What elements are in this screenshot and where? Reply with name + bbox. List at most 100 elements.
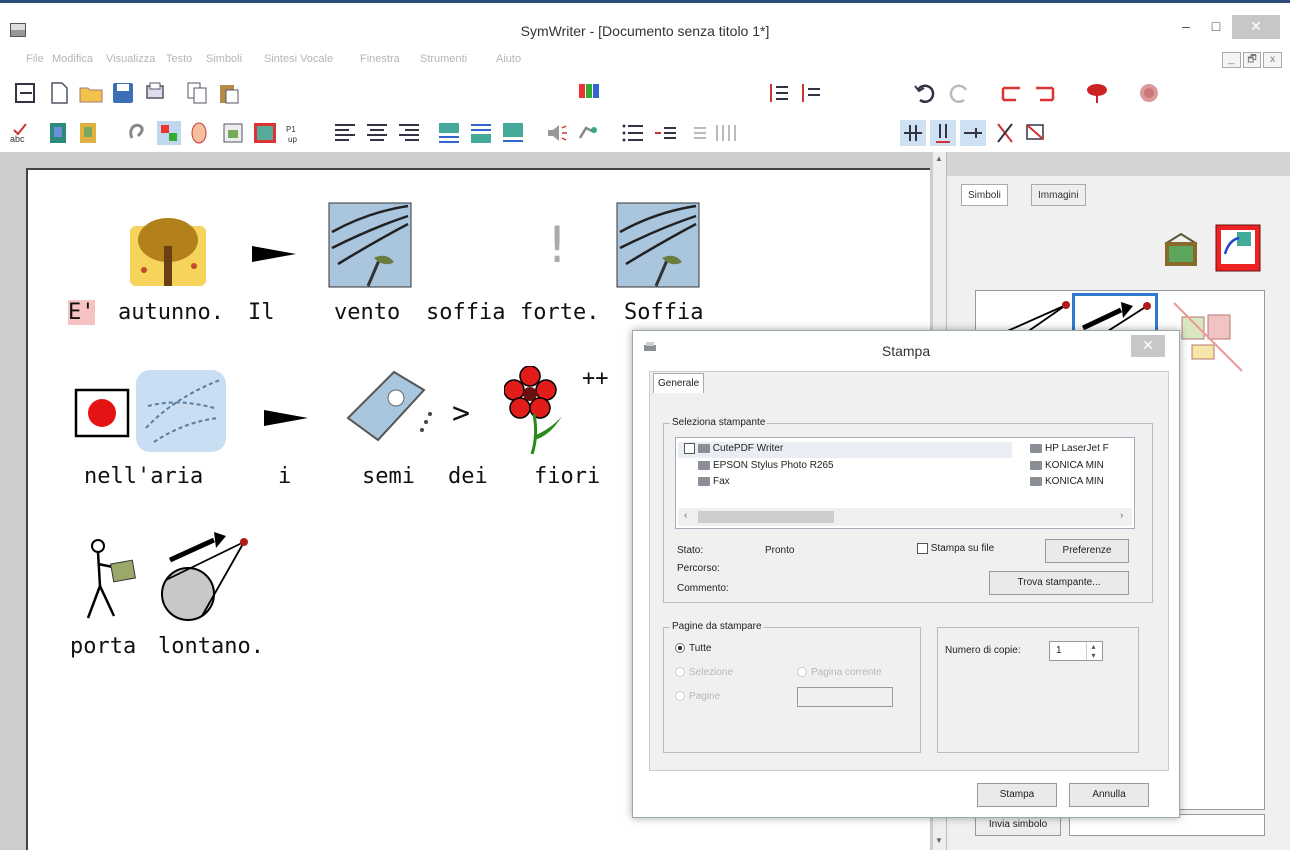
- paste-icon[interactable]: [216, 80, 242, 106]
- redo-icon[interactable]: [946, 80, 972, 106]
- arrow-left-icon[interactable]: [998, 80, 1024, 106]
- symbol-text-icon[interactable]: [500, 120, 526, 146]
- scrollbar-thumb[interactable]: [698, 511, 834, 523]
- decrease-spacing-icon[interactable]: [798, 80, 824, 106]
- copies-input[interactable]: 1 ▴ ▾: [1049, 641, 1103, 661]
- scissors-icon[interactable]: [992, 120, 1018, 146]
- scroll-left-icon[interactable]: ‹: [684, 510, 687, 521]
- notebook-icon[interactable]: [76, 120, 102, 146]
- tab-simboli[interactable]: Simboli: [961, 184, 1008, 206]
- all-pages-option[interactable]: Tutte: [675, 643, 711, 654]
- print-icon[interactable]: [142, 80, 168, 106]
- find-printer-button[interactable]: Trova stampante...: [989, 571, 1129, 595]
- symbol-below-icon[interactable]: [468, 120, 494, 146]
- word-nellaria[interactable]: nell'aria: [84, 464, 203, 489]
- stop-icon[interactable]: [1136, 80, 1162, 106]
- maximize-button[interactable]: □: [1202, 15, 1230, 39]
- printer-list-scrollbar[interactable]: ‹ ›: [678, 508, 1132, 526]
- no-symbol-icon[interactable]: [1172, 299, 1246, 375]
- printer-item-konica-2[interactable]: KONICA MIN: [1030, 476, 1104, 487]
- picture-frame-icon[interactable]: [1161, 230, 1201, 268]
- book-icon[interactable]: [46, 120, 72, 146]
- word-semi[interactable]: semi: [362, 464, 415, 489]
- copy-icon[interactable]: [184, 80, 210, 106]
- word-soffia-2[interactable]: Soffia: [624, 300, 703, 325]
- bullet-list-icon[interactable]: [620, 120, 646, 146]
- all-pages-radio[interactable]: [675, 643, 685, 654]
- word-porta[interactable]: porta: [70, 634, 136, 659]
- current-page-option[interactable]: Pagina corrente: [797, 667, 882, 678]
- new-document-icon[interactable]: [46, 80, 72, 106]
- print-to-file-checkbox[interactable]: [917, 543, 928, 554]
- menu-visualizza[interactable]: Visualizza: [106, 53, 155, 65]
- print-button[interactable]: Stampa: [977, 783, 1057, 807]
- printer-list[interactable]: CutePDF Writer EPSON Stylus Photo R265 F…: [675, 437, 1135, 529]
- shape-oval-icon[interactable]: [186, 120, 212, 146]
- increase-spacing-icon[interactable]: [766, 80, 792, 106]
- word-il[interactable]: Il: [248, 300, 275, 325]
- symbol-above-icon[interactable]: [436, 120, 462, 146]
- menu-file[interactable]: File: [26, 53, 44, 65]
- ear-icon[interactable]: [124, 120, 150, 146]
- current-page-radio[interactable]: [797, 667, 807, 678]
- symbol-toggle-icon[interactable]: [156, 120, 182, 146]
- scroll-right-icon[interactable]: ›: [1120, 510, 1123, 521]
- word-soffia[interactable]: soffia: [426, 300, 505, 325]
- arrow-line-icon[interactable]: [960, 120, 986, 146]
- undo-icon[interactable]: [912, 80, 938, 106]
- color-palette-icon[interactable]: [576, 80, 602, 106]
- word-dei[interactable]: dei: [448, 464, 488, 489]
- menu-simboli[interactable]: Simboli: [206, 53, 242, 65]
- indent-increase-icon[interactable]: [682, 120, 708, 146]
- image-frame-icon[interactable]: [252, 120, 278, 146]
- scroll-down-icon[interactable]: ▼: [935, 836, 943, 845]
- align-right-icon[interactable]: [396, 120, 422, 146]
- columns-icon[interactable]: [712, 120, 738, 146]
- printer-item-hp[interactable]: HP LaserJet F: [1030, 443, 1109, 454]
- grid-plus-icon[interactable]: [900, 120, 926, 146]
- printer-item-cutepdf[interactable]: CutePDF Writer: [684, 443, 783, 454]
- speaker-icon[interactable]: [544, 120, 570, 146]
- mdi-minimize-button[interactable]: _: [1222, 52, 1241, 68]
- menu-aiuto[interactable]: Aiuto: [496, 53, 521, 65]
- word-autunno[interactable]: autunno.: [118, 300, 224, 325]
- menu-sintesi-vocale[interactable]: Sintesi Vocale: [264, 53, 333, 65]
- menu-testo[interactable]: Testo: [166, 53, 192, 65]
- spellcheck-icon[interactable]: abc: [8, 120, 34, 146]
- indent-decrease-icon[interactable]: [652, 120, 678, 146]
- word-forte[interactable]: forte.: [520, 300, 599, 325]
- menu-finestra[interactable]: Finestra: [360, 53, 400, 65]
- preferences-button[interactable]: Preferenze: [1045, 539, 1129, 563]
- scroll-up-icon[interactable]: ▲: [935, 154, 943, 163]
- align-center-icon[interactable]: [364, 120, 390, 146]
- tab-immagini[interactable]: Immagini: [1031, 184, 1086, 206]
- spinner-icon[interactable]: ▴ ▾: [1086, 642, 1100, 660]
- printer-item-fax[interactable]: Fax: [698, 476, 730, 487]
- pages-input[interactable]: [797, 687, 893, 707]
- menu-strumenti[interactable]: Strumenti: [420, 53, 467, 65]
- grid-mark-icon[interactable]: [930, 120, 956, 146]
- speak-word-icon[interactable]: [574, 120, 600, 146]
- word-vento[interactable]: vento: [334, 300, 400, 325]
- word-e[interactable]: E': [68, 300, 95, 325]
- word-i[interactable]: i: [278, 464, 291, 489]
- align-left-icon[interactable]: [332, 120, 358, 146]
- selection-radio[interactable]: [675, 667, 685, 678]
- printer-item-epson[interactable]: EPSON Stylus Photo R265: [698, 460, 834, 471]
- symbol-swap-icon[interactable]: [1215, 224, 1261, 272]
- crop-icon[interactable]: [1022, 120, 1048, 146]
- text-label-icon[interactable]: P1up: [282, 120, 308, 146]
- close-button[interactable]: ✕: [1232, 15, 1280, 39]
- arrow-right-icon[interactable]: [1032, 80, 1058, 106]
- menu-modifica[interactable]: Modifica: [52, 53, 93, 65]
- pages-radio[interactable]: [675, 691, 685, 702]
- picture-icon[interactable]: [220, 120, 246, 146]
- pages-option[interactable]: Pagine: [675, 691, 720, 702]
- mdi-restore-button[interactable]: 🗗: [1242, 52, 1262, 68]
- selection-option[interactable]: Selezione: [675, 667, 733, 678]
- save-icon[interactable]: [110, 80, 136, 106]
- print-to-file-option[interactable]: Stampa su file: [917, 543, 994, 554]
- mdi-close-button[interactable]: x: [1263, 52, 1283, 68]
- tab-generale[interactable]: Generale: [653, 373, 705, 393]
- dialog-close-button[interactable]: ✕: [1131, 335, 1165, 357]
